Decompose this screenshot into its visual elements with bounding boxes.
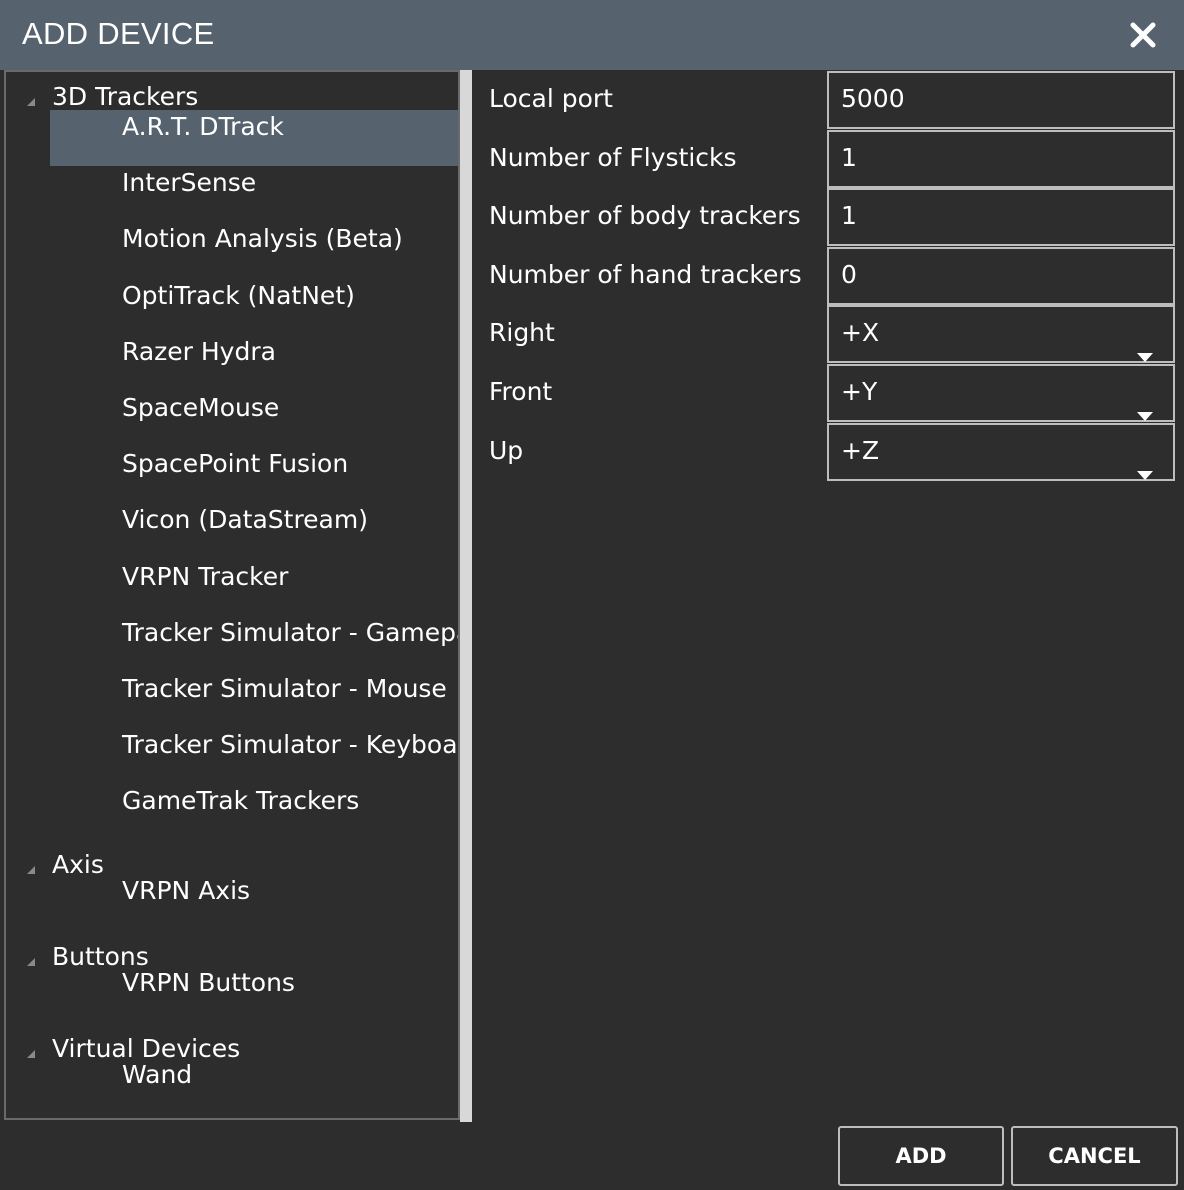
property-input[interactable]: 0 (827, 246, 1175, 305)
tree-item-label: Motion Analysis (Beta) (122, 224, 403, 254)
property-value: 1 (841, 142, 857, 172)
property-input[interactable]: 1 (827, 188, 1175, 247)
property-label: Up (489, 435, 524, 465)
expand-arrow-icon[interactable] (26, 92, 36, 106)
tree-item[interactable]: InterSense (50, 166, 458, 222)
tree-item[interactable]: OptiTrack (NatNet) (50, 279, 458, 335)
close-button[interactable] (1128, 20, 1158, 50)
cancel-button[interactable]: CANCEL (1011, 1126, 1178, 1186)
tree-item[interactable]: SpacePoint Fusion (50, 447, 458, 503)
tree-category-label[interactable]: 3D Trackers (52, 82, 198, 111)
expand-arrow-icon[interactable] (26, 1044, 36, 1058)
property-label: Number of hand trackers (489, 259, 802, 289)
property-value: +X (841, 318, 880, 348)
tree-item[interactable]: VRPN Axis (50, 876, 458, 932)
axis-dropdown[interactable]: +Y (827, 364, 1175, 422)
tree-item[interactable]: Razer Hydra (50, 335, 458, 391)
tree-item[interactable]: VRPN Buttons (50, 968, 458, 1024)
device-tree[interactable]: 3D Trackers A.R.T. DTrack InterSense Motion… (4, 70, 460, 1120)
tree-item[interactable]: Tracker Simulator - Keyboard (50, 728, 460, 784)
tree-scrollbar[interactable] (460, 70, 472, 1122)
tree-item-label: Tracker Simulator - Mouse (122, 674, 447, 703)
tree-category-label[interactable]: Virtual Devices (52, 1034, 240, 1063)
tree-item-label: A.R.T. DTrack (122, 112, 284, 141)
dialog-title: ADD DEVICE (22, 16, 215, 51)
tree-item-label: GameTrak Trackers (122, 786, 360, 816)
property-input[interactable]: 5000 (827, 71, 1175, 129)
caret-down-icon (1137, 447, 1153, 499)
property-value: 5000 (841, 84, 905, 113)
property-input[interactable]: 1 (827, 129, 1175, 188)
tree-item-label: Tracker Simulator - Keyboard (122, 730, 460, 760)
tree-item-label: Vicon (DataStream) (122, 505, 368, 535)
title-bar: ADD DEVICE (0, 0, 1184, 70)
tree-item-label: Wand (122, 1060, 193, 1089)
tree-item-label: VRPN Axis (122, 876, 251, 905)
property-value: 0 (841, 259, 857, 289)
tree-item[interactable]: Tracker Simulator - Gamepad (50, 616, 460, 672)
add-button[interactable]: ADD (838, 1126, 1004, 1186)
property-label: Front (489, 377, 553, 406)
tree-item-label: VRPN Tracker (122, 561, 289, 591)
tree-item-label: Razer Hydra (122, 336, 276, 366)
tree-item[interactable]: Vicon (DataStream) (50, 503, 458, 559)
tree-category-label[interactable]: Buttons (52, 942, 149, 971)
property-value: 1 (841, 201, 857, 231)
axis-dropdown[interactable]: +Z (827, 422, 1175, 481)
tree-item[interactable]: Wand (50, 1060, 458, 1116)
tree-item-label: SpacePoint Fusion (122, 449, 349, 479)
tree-item-label: VRPN Buttons (122, 968, 295, 997)
tree-category-label[interactable]: Axis (52, 850, 104, 879)
close-icon (1128, 20, 1158, 50)
tree-item-label: SpaceMouse (122, 393, 280, 422)
tree-item-label: Tracker Simulator - Gamepad (122, 617, 460, 647)
property-label: Number of Flysticks (489, 142, 737, 172)
tree-item[interactable]: Motion Analysis (Beta) (50, 222, 458, 278)
properties-panel: Local port 5000 Number of Flysticks 1 Number… (474, 70, 1184, 490)
tree-item-label: OptiTrack (NatNet) (122, 280, 355, 310)
property-value: +Y (841, 377, 878, 406)
tree-item[interactable]: A.R.T. DTrack (50, 110, 458, 166)
tree-item[interactable]: Tracker Simulator - Mouse (50, 672, 458, 728)
expand-arrow-icon[interactable] (26, 860, 36, 874)
axis-dropdown[interactable]: +X (827, 305, 1175, 364)
property-value: +Z (841, 435, 880, 465)
tree-item[interactable]: SpaceMouse (50, 391, 458, 447)
property-label: Number of body trackers (489, 201, 801, 231)
property-label: Right (489, 318, 555, 348)
property-label: Local port (489, 84, 613, 113)
expand-arrow-icon[interactable] (26, 952, 36, 966)
tree-item-label: InterSense (122, 168, 257, 198)
tree-item[interactable]: VRPN Tracker (50, 560, 458, 616)
tree-item[interactable]: GameTrak Trackers (50, 784, 458, 840)
